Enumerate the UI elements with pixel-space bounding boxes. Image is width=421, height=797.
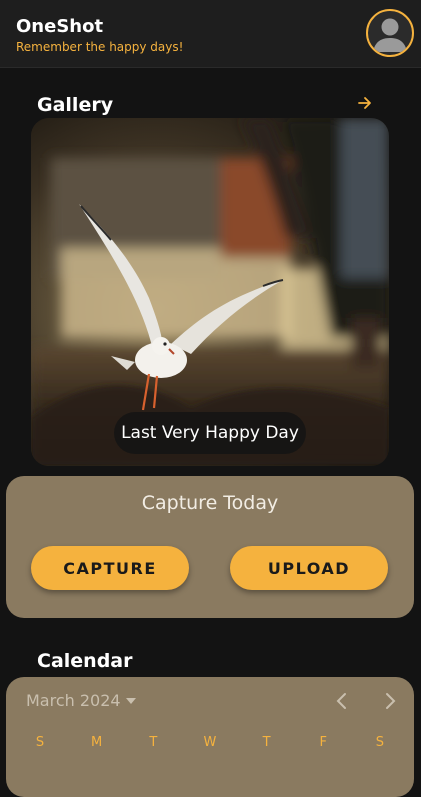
calendar-card: March 2024 S M T W T F S <box>6 677 414 797</box>
upload-button[interactable]: UPLOAD <box>230 546 388 590</box>
caret-down-icon <box>125 697 136 704</box>
month-label: March 2024 <box>26 691 121 710</box>
app-title: OneShot <box>16 16 104 37</box>
gallery-caption: Last Very Happy Day <box>114 412 306 454</box>
avatar-button[interactable] <box>366 9 414 57</box>
weekday-label: F <box>319 735 328 750</box>
capture-card: Capture Today CAPTURE UPLOAD <box>6 476 414 618</box>
weekday-label: W <box>203 735 217 750</box>
capture-button[interactable]: CAPTURE <box>31 546 189 590</box>
weekday-header: S M T W T F S <box>26 735 394 750</box>
account-circle-icon <box>373 18 407 52</box>
app-bar: OneShot Remember the happy days! <box>0 0 421 68</box>
weekday-label: S <box>35 735 45 750</box>
arrow-right-icon[interactable] <box>356 94 374 112</box>
weekday-label: T <box>262 735 271 750</box>
capture-title: Capture Today <box>141 492 279 514</box>
chevron-left-icon[interactable] <box>332 691 352 711</box>
weekday-label: T <box>149 735 158 750</box>
month-dropdown[interactable]: March 2024 <box>26 691 137 710</box>
weekday-label: M <box>91 735 103 750</box>
app-subtitle: Remember the happy days! <box>16 40 184 54</box>
gallery-title: Gallery <box>37 94 114 116</box>
weekday-label: S <box>375 735 385 750</box>
calendar-title: Calendar <box>37 650 133 672</box>
chevron-right-icon[interactable] <box>380 691 400 711</box>
